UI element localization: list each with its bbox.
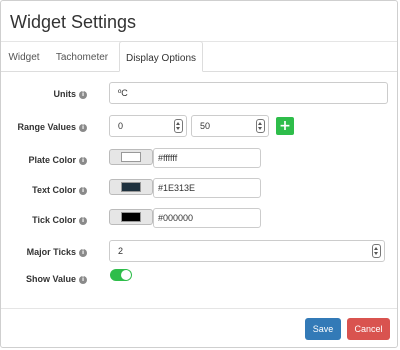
plate-color-hex-input[interactable]: #ffffff: [153, 148, 261, 168]
range-values-label-text: Range Values: [17, 122, 76, 132]
plate-color-picker[interactable]: [109, 149, 153, 165]
major-ticks-stepper[interactable]: [372, 244, 381, 258]
tick-color-picker[interactable]: [109, 209, 153, 225]
show-value-label: Show Value i: [26, 274, 87, 284]
add-range-button[interactable]: +: [276, 117, 294, 135]
major-ticks-label-text: Major Ticks: [26, 247, 76, 257]
units-label: Units i: [53, 89, 87, 99]
range-min-value: 0: [118, 121, 124, 131]
tick-color-swatch: [121, 212, 141, 222]
show-value-label-text: Show Value: [25, 274, 76, 284]
save-button[interactable]: Save: [305, 318, 341, 340]
widget-settings-dialog: Widget Settings Widget Tachometer Displa…: [0, 0, 398, 348]
tab-bar: Widget Tachometer Display Options: [1, 41, 397, 72]
units-input[interactable]: ºC: [109, 82, 388, 104]
tick-color-hex-input[interactable]: #000000: [153, 208, 261, 228]
footer-divider: [1, 308, 397, 309]
range-max-stepper[interactable]: [256, 119, 265, 133]
info-icon: i: [79, 123, 87, 132]
range-max-input[interactable]: 50: [191, 115, 269, 137]
tick-color-label-text: Tick Color: [32, 215, 76, 225]
plate-color-swatch: [121, 152, 141, 162]
dialog-title: Widget Settings: [10, 12, 137, 32]
show-value-toggle[interactable]: [110, 269, 132, 281]
range-min-input[interactable]: 0: [109, 115, 187, 137]
tab-tachometer[interactable]: Tachometer: [47, 41, 117, 71]
text-color-picker[interactable]: [109, 179, 153, 195]
info-icon: i: [79, 216, 87, 225]
info-icon: i: [79, 248, 87, 257]
text-color-label: Text Color i: [32, 185, 87, 195]
major-ticks-value: 2: [118, 246, 124, 256]
range-values-label: Range Values i: [17, 122, 87, 132]
text-color-label-text: Text Color: [32, 185, 76, 195]
plate-color-label-text: Plate Color: [28, 155, 76, 165]
toggle-knob: [121, 270, 131, 280]
units-label-text: Units: [53, 89, 77, 99]
plate-color-label: Plate Color i: [28, 155, 87, 165]
text-color-swatch: [121, 182, 141, 192]
major-ticks-input[interactable]: 2: [109, 240, 385, 262]
info-icon: i: [79, 90, 87, 99]
info-icon: i: [79, 275, 87, 284]
range-max-value: 50: [200, 121, 211, 131]
tab-widget[interactable]: Widget: [1, 41, 47, 71]
info-icon: i: [79, 156, 87, 165]
tick-color-label: Tick Color i: [32, 215, 87, 225]
text-color-hex-input[interactable]: #1E313E: [153, 178, 261, 198]
tab-display-options[interactable]: Display Options: [119, 41, 203, 72]
major-ticks-label: Major Ticks i: [27, 247, 87, 257]
range-min-stepper[interactable]: [174, 119, 183, 133]
info-icon: i: [79, 186, 87, 195]
cancel-button[interactable]: Cancel: [347, 318, 390, 340]
plus-icon: +: [279, 118, 291, 134]
